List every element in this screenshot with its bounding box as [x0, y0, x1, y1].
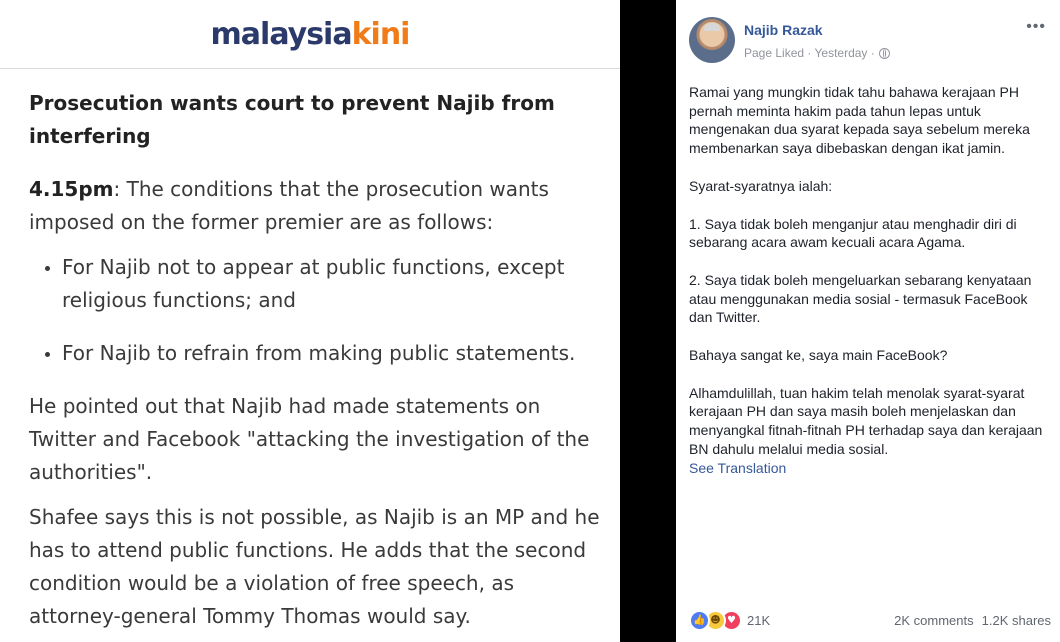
- post-paragraph: 2. Saya tidak boleh mengeluarkan sebaran…: [689, 271, 1032, 326]
- article-title: Prosecution wants court to prevent Najib…: [29, 91, 555, 148]
- update-time: 4.15pm: [29, 177, 114, 201]
- article-paragraph-2: He pointed out that Najib had made state…: [29, 394, 590, 484]
- conditions-list: For Najib not to appear at public functi…: [29, 251, 600, 370]
- post-paragraph: Ramai yang mungkin tidak tahu bahawa ker…: [689, 84, 1030, 157]
- reactions[interactable]: 👍 ☻ ♥ 21K: [689, 609, 771, 631]
- article-paragraph-3: Shafee says this is not possible, as Naj…: [29, 505, 600, 628]
- logo-part-2: kini: [351, 16, 411, 52]
- post-meta-text: Page Liked · Yesterday ·: [744, 46, 875, 60]
- post-header: Najib Razak Page Liked · Yesterday · •••: [676, 0, 1060, 74]
- logo-part-1: malaysia: [210, 16, 353, 52]
- reaction-count: 21K: [747, 612, 771, 628]
- globe-icon: [878, 47, 890, 59]
- post-paragraph: Syarat-syaratnya ialah:: [689, 177, 833, 194]
- shares-count[interactable]: 1.2K shares: [982, 613, 1051, 628]
- more-options-icon[interactable]: •••: [1026, 18, 1046, 36]
- site-header: malaysiakini: [0, 0, 620, 69]
- post-meta: Page Liked · Yesterday ·: [744, 46, 890, 60]
- like-icon: 👍: [689, 609, 710, 631]
- post-stats: 2K comments 1.2K shares: [894, 613, 1051, 628]
- avatar[interactable]: [689, 17, 735, 63]
- facebook-post: Najib Razak Page Liked · Yesterday · •••…: [676, 0, 1060, 642]
- article-intro: 4.15pm: The conditions that the prosecut…: [29, 173, 600, 239]
- post-paragraph: Bahaya sangat ke, saya main FaceBook?: [689, 347, 948, 364]
- article-panel: malaysiakini Prosecution wants court to …: [0, 0, 620, 642]
- list-item: For Najib not to appear at public functi…: [62, 251, 600, 317]
- see-translation-link[interactable]: See Translation: [689, 459, 1051, 478]
- post-text: Ramai yang mungkin tidak tahu bahawa ker…: [689, 83, 1051, 477]
- author-name[interactable]: Najib Razak: [744, 22, 823, 38]
- article-body: Prosecution wants court to prevent Najib…: [0, 69, 620, 633]
- post-paragraph: Alhamdulillah, tuan hakim telah menolak …: [689, 384, 1043, 457]
- post-paragraph: 1. Saya tidak boleh menganjur atau mengh…: [689, 215, 1017, 251]
- comments-count[interactable]: 2K comments: [894, 613, 973, 628]
- post-footer: 👍 ☻ ♥ 21K 2K comments 1.2K shares: [689, 606, 1051, 634]
- site-logo[interactable]: malaysiakini: [210, 16, 411, 52]
- list-item: For Najib to refrain from making public …: [62, 337, 600, 370]
